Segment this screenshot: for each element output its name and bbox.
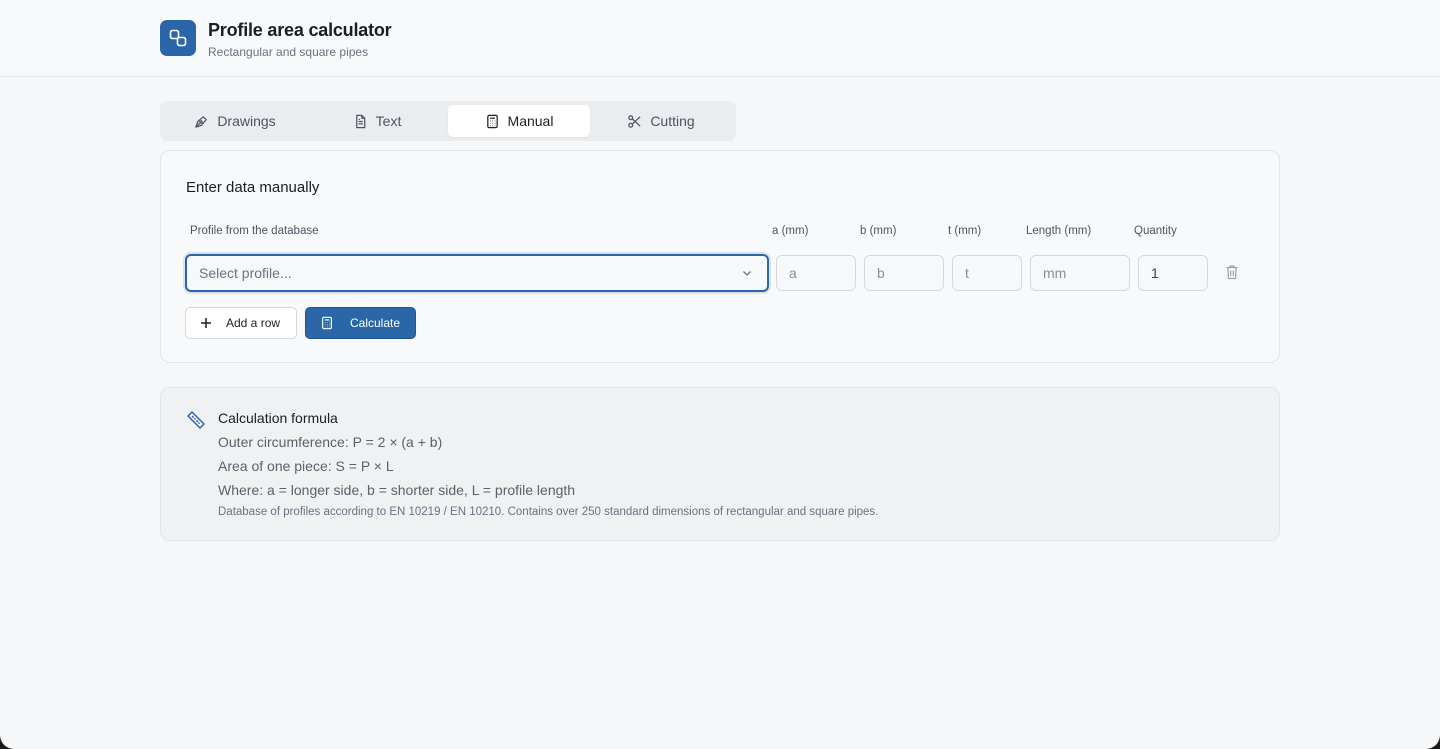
- column-label-quantity: Quantity: [1134, 225, 1177, 237]
- chevron-down-icon: [743, 271, 751, 276]
- tab-label: Cutting: [650, 113, 695, 129]
- tab-cutting[interactable]: Cutting: [590, 105, 732, 137]
- app-header: Profile area calculator Rectangular and …: [0, 0, 1440, 77]
- mode-tabs: Drawings Text Manual Cutting: [160, 101, 736, 141]
- card-title: Enter data manually: [186, 179, 320, 196]
- file-text-icon: [355, 114, 365, 128]
- column-label-t: t (mm): [948, 225, 982, 237]
- add-row-label: Add a row: [226, 316, 281, 330]
- column-label-a: a (mm): [772, 225, 809, 237]
- calculate-label: Calculate: [350, 316, 401, 330]
- formula-line: Outer circumference: P = 2 × (a + b): [218, 434, 443, 450]
- tab-text[interactable]: Text: [306, 105, 448, 137]
- column-label-b: b (mm): [860, 225, 897, 237]
- calculator-icon: [486, 114, 498, 128]
- trash-icon[interactable]: [1225, 264, 1239, 280]
- app-title: Profile area calculator: [208, 20, 392, 40]
- formula-title: Calculation formula: [218, 410, 338, 426]
- profile-select-placeholder: Select profile...: [199, 265, 292, 281]
- add-row-button[interactable]: Add a row: [185, 307, 297, 339]
- manual-entry-card: Enter data manually Profile from the dat…: [160, 150, 1280, 363]
- app-subtitle: Rectangular and square pipes: [208, 45, 369, 59]
- calculate-button[interactable]: Calculate: [305, 307, 416, 339]
- tab-manual[interactable]: Manual: [448, 105, 590, 137]
- linked-squares-icon: [160, 20, 196, 56]
- tab-label: Text: [375, 113, 402, 129]
- length-input[interactable]: [1030, 255, 1130, 291]
- database-note: Database of profiles according to EN 102…: [218, 506, 879, 518]
- plus-icon: [201, 318, 211, 328]
- pen-tool-icon: [195, 115, 208, 128]
- formula-card: Calculation formula Outer circumference:…: [160, 387, 1280, 541]
- formula-line: Where: a = longer side, b = shorter side…: [218, 482, 576, 498]
- column-label-profile: Profile from the database: [190, 225, 319, 237]
- calculator-icon: [322, 316, 332, 330]
- tab-drawings[interactable]: Drawings: [164, 105, 306, 137]
- ruler-icon: [187, 411, 205, 429]
- tab-label: Manual: [507, 113, 554, 129]
- tab-label: Drawings: [217, 113, 276, 129]
- column-label-length: Length (mm): [1026, 225, 1092, 237]
- b-input[interactable]: [864, 255, 944, 291]
- profile-select[interactable]: Select profile...: [185, 254, 769, 292]
- scissors-icon: [628, 114, 641, 128]
- quantity-input[interactable]: [1138, 255, 1208, 291]
- app-window: Profile area calculator Rectangular and …: [0, 0, 1440, 749]
- t-input[interactable]: [952, 255, 1022, 291]
- a-input[interactable]: [776, 255, 856, 291]
- formula-line: Area of one piece: S = P × L: [218, 458, 394, 474]
